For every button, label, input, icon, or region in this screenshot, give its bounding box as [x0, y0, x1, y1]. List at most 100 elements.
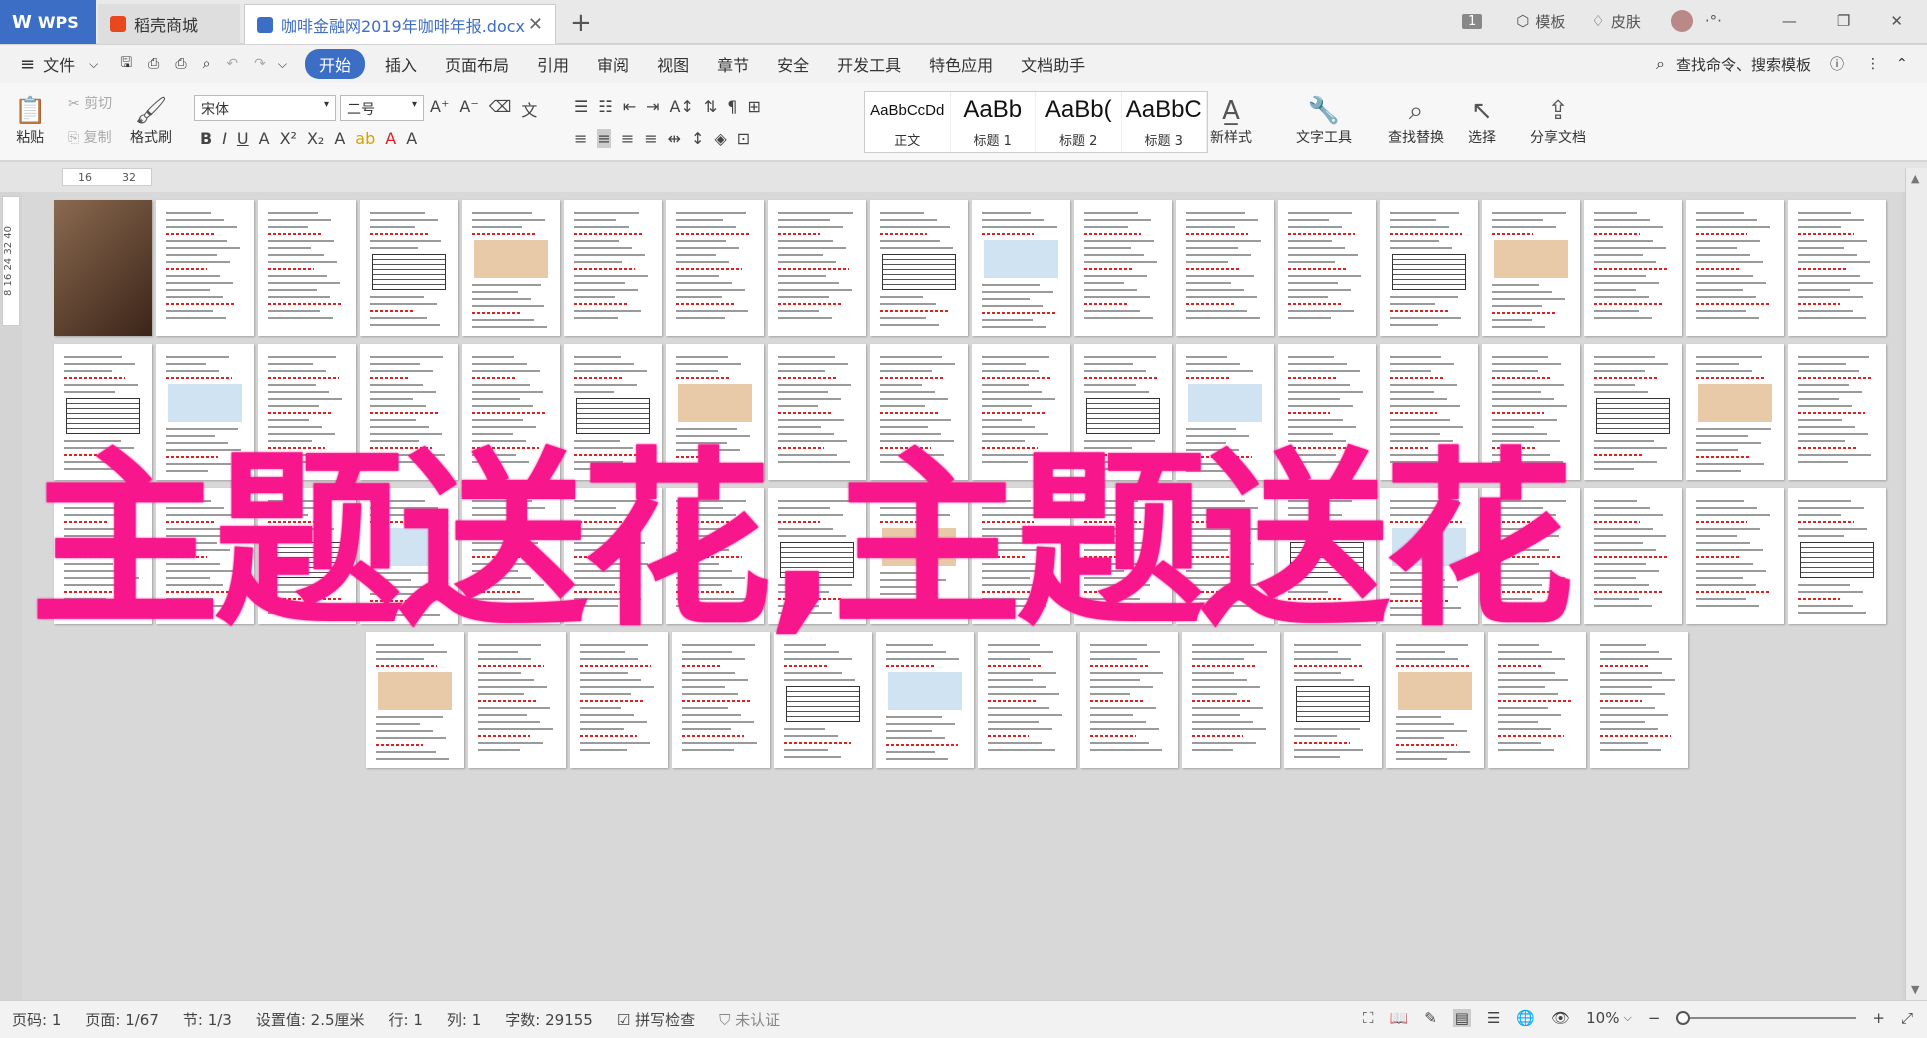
template-button[interactable]: 模板 [1535, 11, 1565, 32]
zoom-in-icon[interactable]: + [1872, 1009, 1885, 1027]
text-effect-icon[interactable]: A [334, 129, 345, 148]
outline-view-icon[interactable]: ☰ [1487, 1009, 1500, 1027]
skin-icon[interactable]: ♢ [1591, 12, 1604, 30]
web-view-icon[interactable]: 🌐 [1516, 1009, 1535, 1027]
share-doc-button[interactable]: ⇪ 分享文档 [1530, 95, 1586, 147]
wps-home-tab[interactable]: W WPS [0, 0, 96, 44]
page-thumbnail[interactable] [1686, 200, 1784, 336]
template-icon[interactable]: ⬡ [1516, 12, 1529, 30]
page-thumbnail[interactable] [666, 200, 764, 336]
copy-button[interactable]: ⎘ 复制 [68, 127, 112, 147]
style-heading-3[interactable]: AaBbC 标题 3 [1122, 92, 1207, 152]
file-menu[interactable]: 文件 [35, 52, 89, 76]
new-style-button[interactable]: A̲ 新样式 [1210, 95, 1252, 147]
skin-button[interactable]: 皮肤 [1611, 11, 1641, 32]
style-heading-1[interactable]: AaBb 标题 1 [951, 92, 1036, 152]
save-icon[interactable]: 🖫 [120, 52, 132, 76]
more-icon[interactable]: ·°· [1705, 12, 1722, 30]
clear-format-icon[interactable]: ⌫ [489, 97, 512, 121]
status-section[interactable]: 节: 1/3 [171, 1009, 244, 1030]
distributed-icon[interactable]: ⇹ [668, 129, 681, 148]
status-page-number[interactable]: 页码: 1 [0, 1009, 73, 1030]
quick-access-chevron-icon[interactable]: ⌵ [278, 57, 287, 72]
page-thumbnail[interactable] [1182, 632, 1280, 768]
fullscreen-icon[interactable]: ⛶ [1363, 1009, 1374, 1027]
restore-icon[interactable]: ❐ [1837, 12, 1850, 30]
fit-page-icon[interactable]: ⤢ [1901, 1009, 1913, 1027]
page-thumbnail[interactable] [1584, 200, 1682, 336]
page-thumbnail[interactable] [1278, 200, 1376, 336]
page-thumbnail[interactable] [1080, 632, 1178, 768]
page-thumbnail[interactable] [672, 632, 770, 768]
read-mode-icon[interactable]: 📖 [1390, 1009, 1409, 1027]
show-marks-icon[interactable]: ¶ [727, 97, 737, 116]
menu-doc-assistant[interactable]: 文档助手 [1007, 52, 1099, 76]
line-spacing-icon[interactable]: ↕ [691, 129, 704, 148]
zoom-chevron-icon[interactable]: ⌵ [1623, 1011, 1631, 1025]
menu-view[interactable]: 视图 [643, 52, 703, 76]
close-tab-icon[interactable]: ✕ [528, 14, 543, 35]
char-shading-icon[interactable]: A [406, 129, 417, 148]
page-thumbnail[interactable] [1284, 632, 1382, 768]
page-thumbnail[interactable] [1482, 200, 1580, 336]
italic-icon[interactable]: I [222, 129, 227, 148]
font-size-select[interactable]: 二号 ▾ [340, 95, 424, 121]
page-thumbnail[interactable] [1590, 632, 1688, 768]
style-normal[interactable]: AaBbCcDd 正文 [865, 92, 951, 152]
menu-special-apps[interactable]: 特色应用 [915, 52, 1007, 76]
scroll-down-icon[interactable]: ▼ [1911, 983, 1919, 996]
status-page[interactable]: 页面: 1/67 [73, 1009, 171, 1030]
command-search[interactable]: 查找命令、搜索模板 [1676, 54, 1811, 75]
menu-security[interactable]: 安全 [763, 52, 823, 76]
justify-icon[interactable]: ≡ [644, 129, 657, 148]
print-icon[interactable]: ⎙ [175, 56, 186, 72]
zoom-level[interactable]: 10% [1586, 1009, 1619, 1027]
menu-references[interactable]: 引用 [523, 52, 583, 76]
page-thumbnail[interactable] [468, 632, 566, 768]
strikethrough-icon[interactable]: A [259, 129, 270, 148]
text-tools-button[interactable]: 🔧 文字工具 [1296, 95, 1352, 147]
borders-icon[interactable]: ⊡ [737, 129, 750, 148]
find-replace-button[interactable]: ⌕ 查找替换 [1388, 95, 1444, 147]
page-thumbnail[interactable] [462, 200, 560, 336]
page-thumbnail[interactable] [1488, 632, 1586, 768]
eye-protection-icon[interactable]: 👁 [1551, 1009, 1570, 1027]
hamburger-icon[interactable]: ≡ [20, 54, 35, 75]
undo-icon[interactable]: ↶ [226, 56, 238, 72]
phonetic-icon[interactable]: 文 [521, 97, 537, 121]
select-button[interactable]: ↖ 选择 [1468, 95, 1496, 147]
shading-icon[interactable]: ◈ [714, 129, 726, 148]
sort-icon[interactable]: ⇅ [704, 97, 717, 116]
collapse-ribbon-icon[interactable]: ⌃ [1896, 56, 1908, 72]
menu-review[interactable]: 审阅 [583, 52, 643, 76]
page-thumbnail[interactable] [978, 632, 1076, 768]
shrink-font-icon[interactable]: A⁻ [459, 97, 478, 121]
horizontal-ruler[interactable]: 16 32 [62, 168, 152, 186]
format-painter-button[interactable]: 🖌 格式刷 [130, 95, 172, 147]
vertical-ruler[interactable]: 8 16 24 32 40 [2, 196, 20, 326]
bullet-list-icon[interactable]: ☰ [574, 97, 588, 116]
page-thumbnail[interactable] [360, 200, 458, 336]
export-pdf-icon[interactable]: ⎙ [148, 56, 159, 72]
page-view-icon[interactable]: ▤ [1452, 1009, 1471, 1027]
zoom-out-icon[interactable]: − [1648, 1009, 1661, 1027]
docer-mall-tab[interactable]: 稻壳商城 [98, 4, 240, 44]
zoom-slider-knob[interactable] [1676, 1011, 1691, 1025]
vertical-scrollbar[interactable]: ▲ ▼ [1905, 168, 1927, 1000]
zoom-slider[interactable] [1676, 1011, 1857, 1025]
status-word-count[interactable]: 字数: 29155 [493, 1009, 605, 1030]
decrease-indent-icon[interactable]: ⇤ [623, 97, 636, 116]
align-right-icon[interactable]: ≡ [621, 129, 634, 148]
page-thumbnail[interactable] [972, 200, 1070, 336]
page-thumbnail[interactable] [564, 200, 662, 336]
table-icon[interactable]: ⊞ [747, 97, 760, 116]
avatar[interactable] [1670, 10, 1693, 32]
status-setting[interactable]: 设置值: 2.5厘米 [244, 1009, 377, 1030]
menu-insert[interactable]: 插入 [371, 52, 431, 76]
grow-font-icon[interactable]: A⁺ [430, 97, 449, 121]
page-thumbnail[interactable] [768, 200, 866, 336]
redo-icon[interactable]: ↷ [254, 56, 266, 72]
search-icon[interactable]: ⌕ [1656, 54, 1665, 74]
add-tab-button[interactable]: + [570, 8, 592, 38]
paste-button[interactable]: 📋 粘贴 [14, 95, 46, 147]
